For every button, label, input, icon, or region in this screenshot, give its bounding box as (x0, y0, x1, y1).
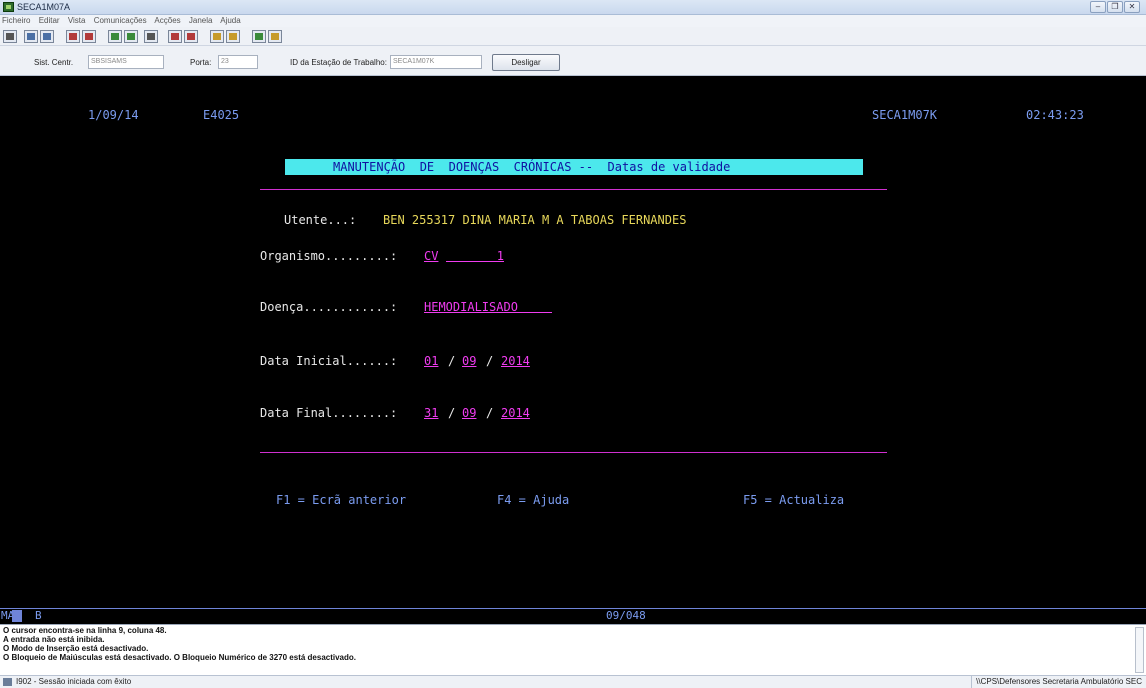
organismo-field-1[interactable]: CV (424, 249, 438, 263)
organismo-label: Organismo.........: (260, 249, 398, 263)
date-separator: / (448, 406, 456, 420)
f1-key-hint[interactable]: F1 = Ecrã anterior (276, 493, 406, 507)
screen-station: SECA1M07K (872, 108, 938, 122)
station-label: ID da Estação de Trabalho: (290, 58, 387, 67)
send-icon[interactable] (66, 30, 80, 43)
cursor-position: 09/048 (606, 609, 646, 622)
f4-key-hint[interactable]: F4 = Ajuda (497, 493, 569, 507)
data-inicial-day[interactable]: 01 (424, 354, 438, 368)
utente-value: BEN 255317 DINA MARIA M A TABOAS FERNAND… (383, 213, 687, 227)
menu-editar[interactable]: Editar (39, 16, 60, 25)
message-scrollbar[interactable] (1135, 627, 1144, 673)
data-final-year[interactable]: 2014 (501, 406, 530, 420)
oia-indicator (12, 610, 22, 622)
menu-vista[interactable]: Vista (68, 16, 86, 25)
date-separator: / (486, 406, 494, 420)
menu-ficheiro[interactable]: Ficheiro (2, 16, 30, 25)
terminal-screen[interactable]: 1/09/14 E4025 SECA1M07K 02:43:23 MANUTEN… (0, 76, 1146, 608)
menu-janela[interactable]: Janela (189, 16, 213, 25)
f5-key-hint[interactable]: F5 = Actualiza (743, 493, 844, 507)
data-final-label: Data Final........: (260, 406, 398, 420)
window-controls: – ❐ ✕ (1090, 1, 1140, 13)
connect-icon[interactable] (252, 30, 266, 43)
paste-icon[interactable] (40, 30, 54, 43)
message-line: O cursor encontra-se na linha 9, coluna … (3, 626, 167, 635)
print-icon[interactable] (3, 30, 17, 43)
disconnect-button[interactable]: Desligar (492, 54, 560, 71)
menu-comunicacoes[interactable]: Comunicações (94, 16, 147, 25)
station-field[interactable]: SECA1M07K (390, 55, 482, 69)
connection-bar: Sist. Centr. SBSISAMS Porta: 23 ID da Es… (0, 46, 1146, 76)
restore-button[interactable]: ❐ (1107, 1, 1123, 13)
top-divider (260, 189, 887, 190)
display-icon[interactable] (108, 30, 122, 43)
screen-date: 1/09/14 (88, 108, 139, 122)
mapping-icon[interactable] (226, 30, 240, 43)
data-final-month[interactable]: 09 (462, 406, 476, 420)
terminal-scrollbar[interactable] (1138, 76, 1146, 608)
data-inicial-label: Data Inicial......: (260, 354, 398, 368)
data-inicial-month[interactable]: 09 (462, 354, 476, 368)
session-icon (3, 678, 12, 686)
screen-code: E4025 (203, 108, 240, 122)
central-field[interactable]: SBSISAMS (88, 55, 164, 69)
window-title: SECA1M07A (17, 2, 71, 12)
oia-line: MA B 09/048 (0, 608, 1146, 623)
utente-label: Utente...: (284, 213, 357, 227)
doenca-field[interactable]: HEMODIALISADO (424, 300, 552, 314)
organismo-field-2[interactable]: 1 (446, 249, 504, 263)
app-icon (3, 2, 14, 12)
port-field[interactable]: 23 (218, 55, 258, 69)
menu-ajuda[interactable]: Ajuda (220, 16, 240, 25)
screen-time: 02:43:23 (1026, 108, 1084, 122)
bottom-divider (260, 452, 887, 453)
window-titlebar: SECA1M07A – ❐ ✕ (0, 0, 1146, 15)
copy-icon[interactable] (24, 30, 38, 43)
toolbar (0, 27, 1146, 46)
message-line: O Bloqueio de Maiúsculas está desactivad… (3, 653, 357, 662)
port-label: Porta: (190, 58, 212, 67)
message-panel: O cursor encontra-se na linha 9, coluna … (0, 624, 1146, 675)
oia-b: B (35, 609, 42, 622)
macro-icon[interactable] (144, 30, 158, 43)
central-label: Sist. Centr. (34, 58, 74, 67)
message-line: A entrada não está inibida. (3, 635, 105, 644)
data-inicial-year[interactable]: 2014 (501, 354, 530, 368)
receive-icon[interactable] (82, 30, 96, 43)
menubar: Ficheiro Editar Vista Comunicações Acçõe… (0, 15, 1146, 27)
menu-accoes[interactable]: Acções (154, 16, 180, 25)
screen-title: MANUTENÇÃO DE DOENÇAS CRÓNICAS -- Datas … (285, 159, 863, 175)
session-path: \\CPS\Defensores Secretaria Ambulatório … (971, 676, 1142, 688)
setup-icon[interactable] (124, 30, 138, 43)
data-final-day[interactable]: 31 (424, 406, 438, 420)
play-icon[interactable] (184, 30, 198, 43)
record-icon[interactable] (168, 30, 182, 43)
keyboard-icon[interactable] (210, 30, 224, 43)
help-icon[interactable] (268, 30, 282, 43)
doenca-label: Doença............: (260, 300, 398, 314)
close-button[interactable]: ✕ (1124, 1, 1140, 13)
minimize-button[interactable]: – (1090, 1, 1106, 13)
message-line: O Modo de Inserção está desactivado. (3, 644, 149, 653)
session-status: I902 - Sessão iniciada com êxito (16, 677, 132, 686)
date-separator: / (486, 354, 494, 368)
status-bar: I902 - Sessão iniciada com êxito \\CPS\D… (0, 675, 1146, 688)
date-separator: / (448, 354, 456, 368)
